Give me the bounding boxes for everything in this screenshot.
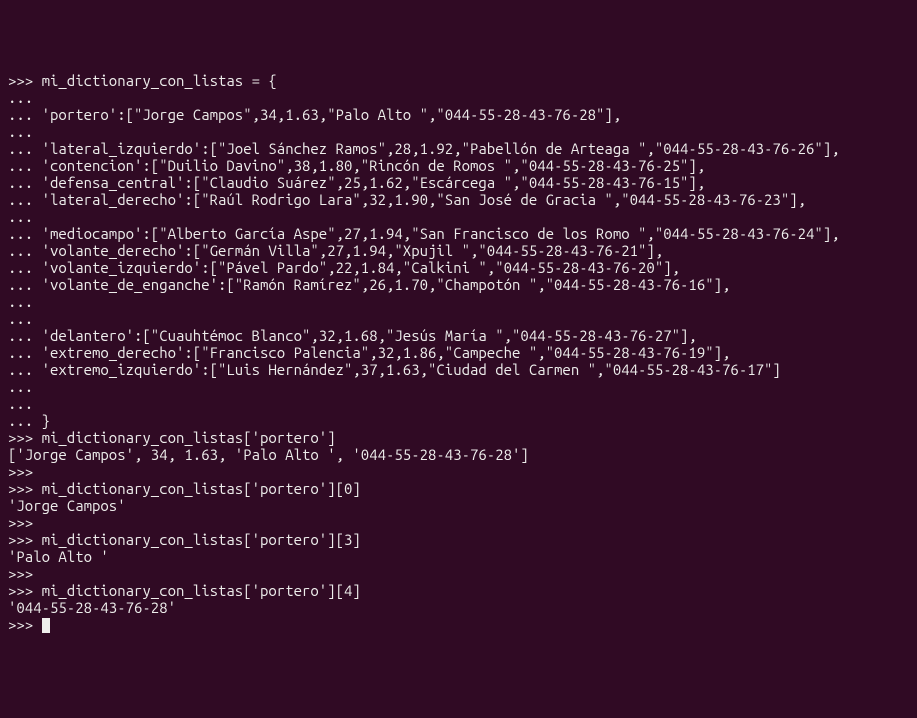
prompt: ... bbox=[8, 157, 42, 174]
terminal-line: ... 'extremo_derecho':["Francisco Palenc… bbox=[8, 344, 909, 361]
terminal-line: ... 'volante_de_enganche':["Ramón Ramíre… bbox=[8, 276, 909, 293]
terminal-line: >>> bbox=[8, 616, 909, 633]
prompt: >>> bbox=[8, 463, 42, 480]
terminal-line: ... 'extremo_izquierdo':["Luis Hernández… bbox=[8, 361, 909, 378]
code-text: mi_dictionary_con_listas['portero'][0] bbox=[42, 480, 361, 497]
code-text: 'extremo_derecho':["Francisco Palencia",… bbox=[42, 344, 731, 361]
terminal-line: ... bbox=[8, 89, 909, 106]
code-text: 'lateral_derecho':["Raúl Rodrigo Lara",3… bbox=[42, 191, 806, 208]
code-text: 'delantero':["Cuauhtémoc Blanco",32,1.68… bbox=[42, 327, 697, 344]
prompt: ... bbox=[8, 276, 42, 293]
prompt: >>> bbox=[8, 480, 42, 497]
prompt: ... bbox=[8, 293, 42, 310]
code-text: 'Jorge Campos' bbox=[8, 497, 126, 514]
terminal-line: ... bbox=[8, 293, 909, 310]
terminal-line: ... 'lateral_izquierdo':["Joel Sánchez R… bbox=[8, 140, 909, 157]
terminal-line: ... bbox=[8, 123, 909, 140]
code-text: 'mediocampo':["Alberto García Aspe",27,1… bbox=[42, 225, 840, 242]
prompt: ... bbox=[8, 106, 42, 123]
terminal-line: >>> mi_dictionary_con_listas = { bbox=[8, 72, 909, 89]
terminal-line: >>> bbox=[8, 514, 909, 531]
code-text: 'extremo_izquierdo':["Luis Hernández",37… bbox=[42, 361, 781, 378]
prompt: ... bbox=[8, 140, 42, 157]
code-text: mi_dictionary_con_listas['portero'] bbox=[42, 429, 336, 446]
terminal-line: ['Jorge Campos', 34, 1.63, 'Palo Alto ',… bbox=[8, 446, 909, 463]
prompt: >>> bbox=[8, 582, 42, 599]
terminal-line: ... 'volante_izquierdo':["Pável Pardo",2… bbox=[8, 259, 909, 276]
prompt: ... bbox=[8, 174, 42, 191]
prompt: ... bbox=[8, 259, 42, 276]
prompt: ... bbox=[8, 344, 42, 361]
terminal-line: ... bbox=[8, 395, 909, 412]
prompt: ... bbox=[8, 395, 42, 412]
code-text: 'lateral_izquierdo':["Joel Sánchez Ramos… bbox=[42, 140, 840, 157]
prompt: ... bbox=[8, 378, 42, 395]
prompt: ... bbox=[8, 361, 42, 378]
prompt: ... bbox=[8, 310, 42, 327]
terminal-line: >>> mi_dictionary_con_listas['portero'][… bbox=[8, 531, 909, 548]
prompt: ... bbox=[8, 89, 42, 106]
code-text: '044-55-28-43-76-28' bbox=[8, 599, 176, 616]
code-text: 'portero':["Jorge Campos",34,1.63,"Palo … bbox=[42, 106, 622, 123]
terminal-line: 'Palo Alto ' bbox=[8, 548, 909, 565]
terminal-line: ... 'defensa_central':["Claudio Suárez",… bbox=[8, 174, 909, 191]
terminal-line: ... 'portero':["Jorge Campos",34,1.63,"P… bbox=[8, 106, 909, 123]
terminal-line: >>> mi_dictionary_con_listas['portero'] bbox=[8, 429, 909, 446]
prompt: >>> bbox=[8, 514, 42, 531]
terminal-output[interactable]: >>> mi_dictionary_con_listas = {... ... … bbox=[8, 72, 909, 633]
terminal-line: >>> bbox=[8, 463, 909, 480]
terminal-line: ... 'lateral_derecho':["Raúl Rodrigo Lar… bbox=[8, 191, 909, 208]
terminal-line: 'Jorge Campos' bbox=[8, 497, 909, 514]
code-text: 'volante_derecho':["Germán Villa",27,1.9… bbox=[42, 242, 664, 259]
terminal-line: ... 'volante_derecho':["Germán Villa",27… bbox=[8, 242, 909, 259]
terminal-line: >>> mi_dictionary_con_listas['portero'][… bbox=[8, 582, 909, 599]
terminal-line: ... } bbox=[8, 412, 909, 429]
code-text: 'Palo Alto ' bbox=[8, 548, 109, 565]
prompt: ... bbox=[8, 412, 42, 429]
prompt: >>> bbox=[8, 429, 42, 446]
terminal-line: ... 'contencion':["Duilio Davino",38,1.8… bbox=[8, 157, 909, 174]
code-text: ['Jorge Campos', 34, 1.63, 'Palo Alto ',… bbox=[8, 446, 529, 463]
prompt: ... bbox=[8, 208, 42, 225]
terminal-line: ... bbox=[8, 208, 909, 225]
terminal-line: >>> bbox=[8, 565, 909, 582]
prompt: >>> bbox=[8, 616, 42, 633]
prompt: >>> bbox=[8, 531, 42, 548]
prompt: >>> bbox=[8, 565, 42, 582]
cursor bbox=[42, 618, 50, 633]
prompt: >>> bbox=[8, 72, 42, 89]
code-text: mi_dictionary_con_listas = { bbox=[42, 72, 277, 89]
prompt: ... bbox=[8, 242, 42, 259]
code-text: } bbox=[42, 412, 50, 429]
code-text: 'defensa_central':["Claudio Suárez",25,1… bbox=[42, 174, 706, 191]
terminal-line: ... bbox=[8, 310, 909, 327]
prompt: ... bbox=[8, 327, 42, 344]
code-text: 'volante_de_enganche':["Ramón Ramírez",2… bbox=[42, 276, 731, 293]
code-text: 'contencion':["Duilio Davino",38,1.80,"R… bbox=[42, 157, 706, 174]
terminal-line: >>> mi_dictionary_con_listas['portero'][… bbox=[8, 480, 909, 497]
prompt: ... bbox=[8, 225, 42, 242]
code-text: mi_dictionary_con_listas['portero'][4] bbox=[42, 582, 361, 599]
terminal-line: '044-55-28-43-76-28' bbox=[8, 599, 909, 616]
code-text: mi_dictionary_con_listas['portero'][3] bbox=[42, 531, 361, 548]
code-text: 'volante_izquierdo':["Pável Pardo",22,1.… bbox=[42, 259, 680, 276]
terminal-line: ... 'mediocampo':["Alberto García Aspe",… bbox=[8, 225, 909, 242]
prompt: ... bbox=[8, 191, 42, 208]
terminal-line: ... 'delantero':["Cuauhtémoc Blanco",32,… bbox=[8, 327, 909, 344]
prompt: ... bbox=[8, 123, 42, 140]
terminal-line: ... bbox=[8, 378, 909, 395]
